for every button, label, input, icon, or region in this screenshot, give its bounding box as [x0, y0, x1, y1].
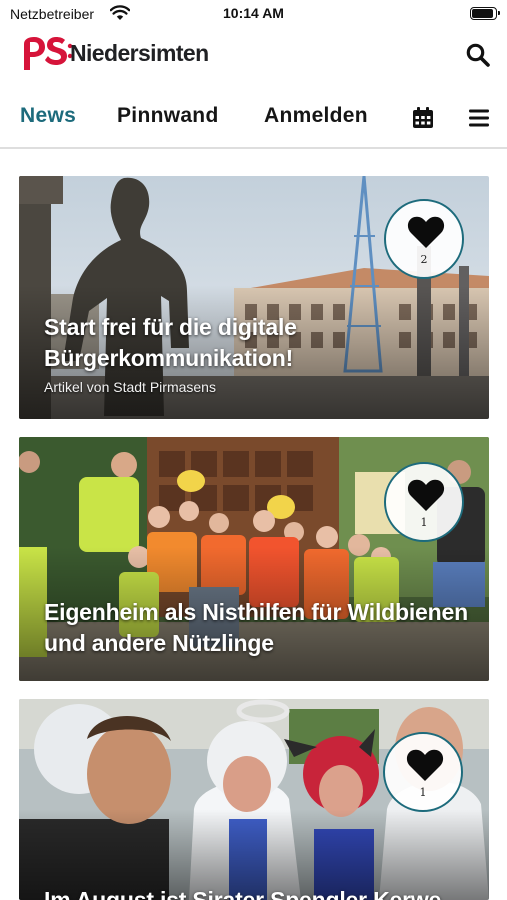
app-header: Niedersimten	[0, 28, 507, 80]
like-button[interactable]: 1	[383, 732, 463, 812]
battery-icon	[470, 7, 500, 20]
tab-pinnwand[interactable]: Pinnwand	[117, 104, 219, 128]
news-card[interactable]: Im August ist Sirater Spengler Kerwe 1	[19, 699, 489, 900]
heart-icon	[407, 216, 445, 248]
nav-bar: News Pinnwand Anmelden	[0, 96, 507, 146]
like-count: 1	[419, 786, 427, 799]
card-source: Artikel von Stadt Pirmasens	[44, 379, 216, 395]
search-icon[interactable]	[465, 42, 491, 68]
menu-icon[interactable]	[468, 108, 490, 128]
heart-icon	[407, 479, 445, 511]
card-title: Eigenheim als Nisthilfen für Wildbienen …	[44, 599, 468, 656]
like-count: 2	[420, 253, 428, 266]
status-bar: Netzbetreiber 10:14 AM	[0, 0, 507, 28]
status-time: 10:14 AM	[223, 5, 284, 21]
logo-icon	[24, 37, 73, 70]
calendar-icon[interactable]	[411, 106, 435, 130]
tab-news[interactable]: News	[20, 104, 76, 128]
news-card[interactable]: Start frei für die digitale Bürgerkommun…	[19, 176, 489, 419]
logo-text: Niedersimten	[70, 40, 209, 66]
card-title: Start frei für die digitale Bürgerkommun…	[44, 314, 297, 371]
card-title: Im August ist Sirater Spengler Kerwe	[44, 887, 442, 900]
like-button[interactable]: 2	[384, 199, 464, 279]
like-count: 1	[420, 516, 428, 529]
like-button[interactable]: 1	[384, 462, 464, 542]
nav-divider	[0, 147, 507, 149]
news-card[interactable]: Eigenheim als Nisthilfen für Wildbienen …	[19, 437, 489, 681]
tab-anmelden[interactable]: Anmelden	[264, 104, 368, 128]
heart-icon	[406, 749, 444, 781]
